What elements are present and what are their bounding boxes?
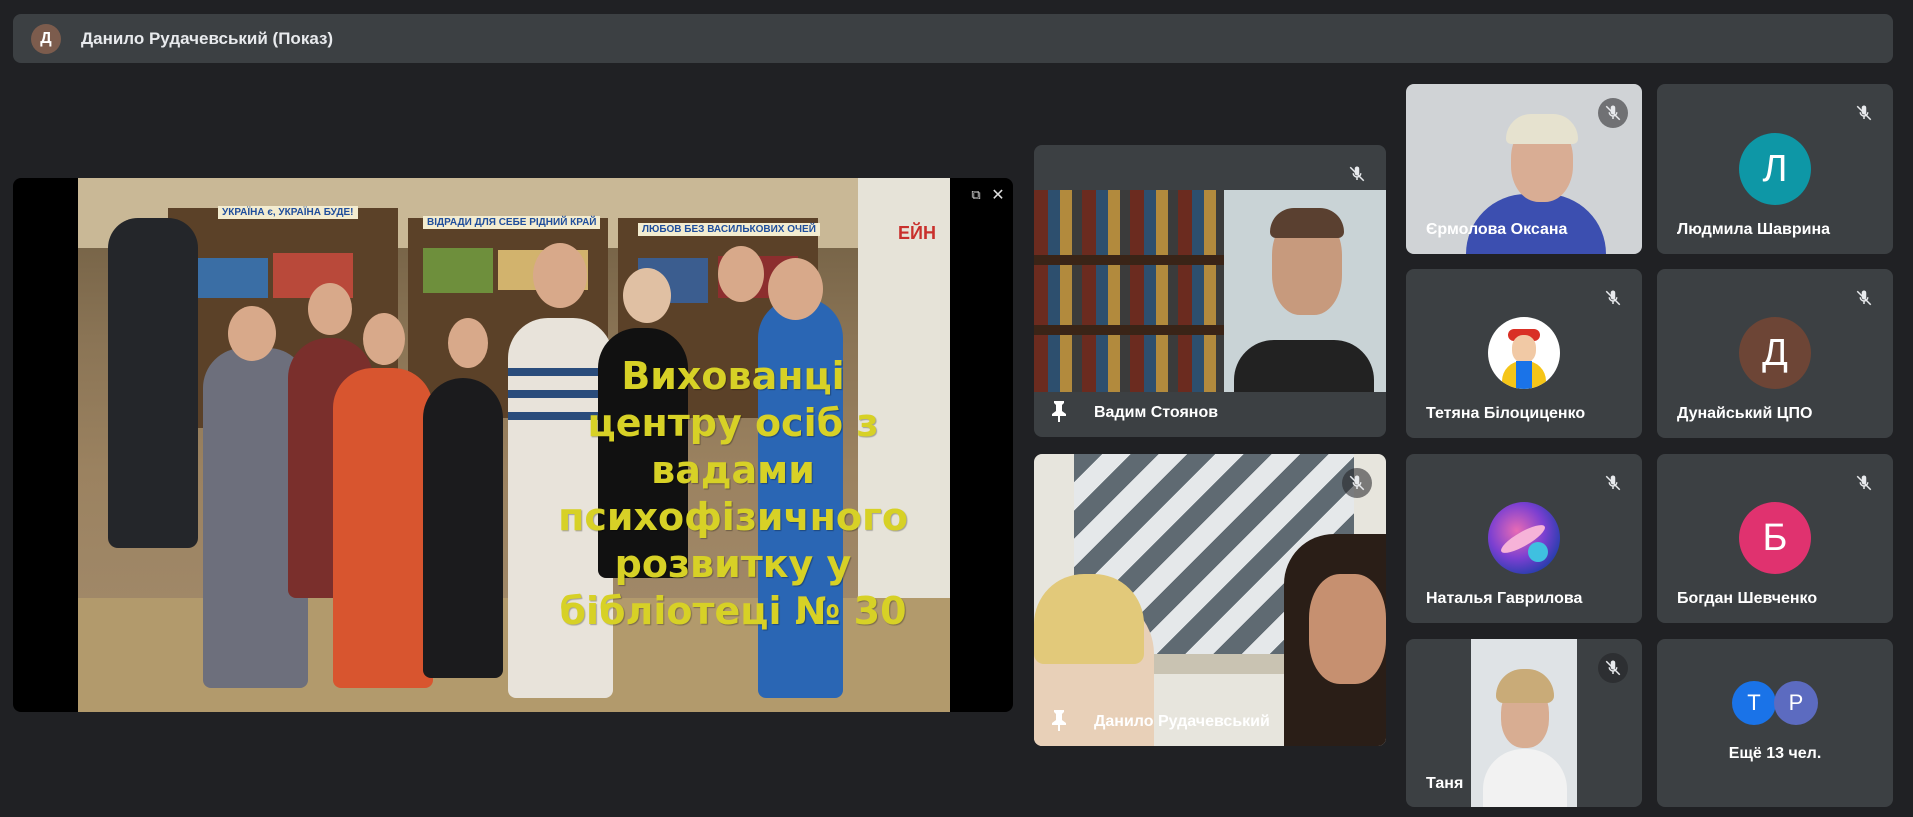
participant-name: Богдан Шевченко [1677, 590, 1818, 607]
participant-video [1034, 454, 1386, 746]
mic-off-icon [1598, 653, 1628, 683]
presenter-banner[interactable]: Д Данило Рудачевський (Показ) [13, 14, 1893, 63]
participant-name: Наталья Гаврилова [1426, 590, 1583, 607]
shelf-sign: ЛЮБОВ БЕЗ ВАСИЛЬКОВИХ ОЧЕЙ [638, 223, 820, 236]
slide-caption: Вихованці центру осіб з вадами психофізи… [558, 354, 908, 633]
participant-name: Тетяна Білоциценко [1426, 405, 1586, 422]
side-sign: ЕЙН [898, 223, 936, 243]
close-icon[interactable]: ✕ [985, 182, 1011, 208]
shelf-sign: УКРАЇНА є, УКРАЇНА БУДЕ! [218, 206, 358, 219]
mic-off-icon [1849, 283, 1879, 313]
presenter-avatar: Д [31, 23, 61, 54]
more-participants-label: Ещё 13 чел. [1728, 745, 1822, 762]
participant-tile-dunaiskyi[interactable]: Д Дунайський ЦПО [1657, 269, 1893, 438]
pin-icon[interactable] [1050, 399, 1068, 423]
mic-off-icon [1849, 468, 1879, 498]
slide-photo: УКРАЇНА є, УКРАЇНА БУДЕ! ВІДРАДИ ДЛЯ СЕБ… [78, 178, 950, 712]
participant-tile-liudmyla[interactable]: Л Людмила Шаврина [1657, 84, 1893, 254]
participant-video [1471, 639, 1577, 807]
mic-off-icon [1598, 468, 1628, 498]
shared-screen[interactable]: УКРАЇНА є, УКРАЇНА БУДЕ! ВІДРАДИ ДЛЯ СЕБ… [13, 178, 1013, 712]
mic-off-icon [1342, 159, 1372, 189]
participant-tile-natalia[interactable]: Наталья Гаврилова [1406, 454, 1642, 623]
participant-avatar [1488, 502, 1560, 574]
mic-off-icon [1598, 98, 1628, 128]
participant-name: Вадим Стоянов [1094, 404, 1219, 421]
more-participants-tile[interactable]: Т Р Ещё 13 чел. [1657, 639, 1893, 807]
participant-name: Данило Рудачевський [1094, 713, 1270, 730]
participant-avatar [1488, 317, 1560, 389]
participant-tile-tetiana[interactable]: Тетяна Білоциценко [1406, 269, 1642, 438]
presenter-name: Данило Рудачевський (Показ) [81, 28, 334, 48]
participant-tile-tania[interactable]: Таня [1406, 639, 1642, 807]
participant-avatar: Т [1732, 681, 1776, 725]
mic-off-icon [1598, 283, 1628, 313]
participant-tile-oksana[interactable]: Єрмолова Оксана [1406, 84, 1642, 254]
participant-name: Таня [1426, 775, 1464, 792]
mic-off-icon [1342, 468, 1372, 498]
participant-name: Єрмолова Оксана [1426, 221, 1568, 238]
pin-icon[interactable] [1050, 708, 1068, 732]
participant-tile-vadym[interactable]: Вадим Стоянов [1034, 145, 1386, 437]
participant-name: Дунайський ЦПО [1677, 405, 1813, 422]
participant-video [1034, 190, 1386, 392]
participant-tile-bohdan[interactable]: Б Богдан Шевченко [1657, 454, 1893, 623]
participant-name: Людмила Шаврина [1677, 221, 1830, 238]
participant-avatar: Р [1774, 681, 1818, 725]
mic-off-icon [1849, 98, 1879, 128]
participant-avatar: Б [1739, 502, 1811, 574]
participant-avatar: Л [1739, 133, 1811, 205]
shelf-sign: ВІДРАДИ ДЛЯ СЕБЕ РІДНИЙ КРАЙ [423, 216, 601, 229]
participant-avatar: Д [1739, 317, 1811, 389]
participant-tile-danylo[interactable]: Данило Рудачевський [1034, 454, 1386, 746]
